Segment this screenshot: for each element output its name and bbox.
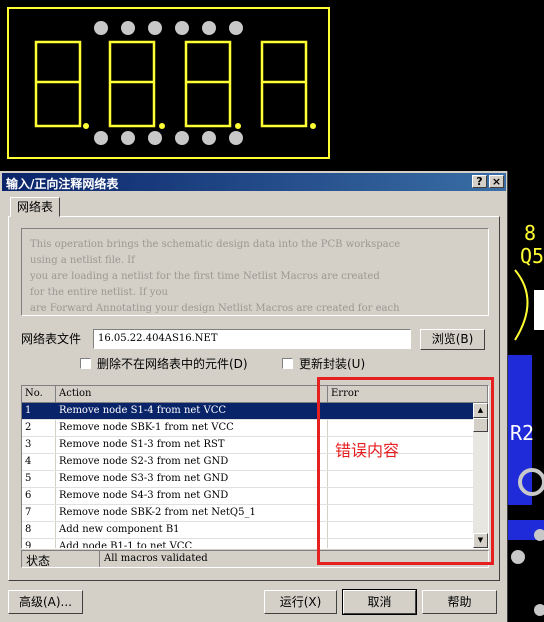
run-button[interactable]: 运行(X) <box>264 590 337 614</box>
cell-action: Add node B1-1 to net VCC <box>59 541 193 549</box>
label-8: 8 <box>524 221 536 245</box>
delete-components-checkbox[interactable] <box>80 358 91 369</box>
label-r2: R2 <box>510 421 534 445</box>
description-line: using a netlist file. If <box>30 255 135 266</box>
cell-no: 6 <box>25 490 32 501</box>
cell-no: 4 <box>25 456 32 467</box>
cell-no: 3 <box>25 439 32 450</box>
close-button[interactable]: × <box>489 175 504 188</box>
delete-components-label: 删除不在网络表中的元件(D) <box>97 357 248 371</box>
help-question-button[interactable]: ? <box>472 175 487 188</box>
error-annotation-box <box>317 377 494 565</box>
label-q5: Q5 <box>520 244 544 268</box>
title-bar[interactable]: 输入/正向注释网络表 ? × <box>2 173 506 191</box>
description-line: are Forward Annotating your design Netli… <box>30 303 400 314</box>
column-header-no[interactable]: No. <box>22 386 56 403</box>
bottom-pads <box>94 131 243 145</box>
top-pads <box>94 21 243 35</box>
tab-netlist[interactable]: 网络表 <box>10 197 60 217</box>
cell-action: Remove node S4-3 from net GND <box>59 490 229 501</box>
cancel-button[interactable]: 取消 <box>342 589 417 615</box>
netfile-input[interactable]: 16.05.22.404AS16.NET <box>93 329 411 349</box>
right-pads <box>511 529 544 616</box>
right-white-bar <box>534 290 544 330</box>
yellow-arc <box>514 269 529 341</box>
netfile-label: 网络表文件 <box>21 332 82 346</box>
cell-no: 2 <box>25 422 32 433</box>
status-value: All macros validated <box>104 553 208 564</box>
update-footprint-checkbox[interactable] <box>282 358 293 369</box>
cell-no: 8 <box>25 524 32 535</box>
description-line: This operation brings the schematic desi… <box>30 239 401 250</box>
description-line: you are loading a netlist for the first … <box>30 271 380 282</box>
cell-action: Remove node S1-4 from net VCC <box>59 405 227 416</box>
cell-no: 7 <box>25 507 32 518</box>
cell-no: 9 <box>25 541 32 549</box>
cell-action: Remove node S3-3 from net GND <box>59 473 229 484</box>
update-footprint-label: 更新封装(U) <box>299 357 366 371</box>
cell-no: 5 <box>25 473 32 484</box>
cell-no: 1 <box>25 405 32 416</box>
cell-action: Remove node S1-3 from net RST <box>59 439 225 450</box>
dialog-title: 输入/正向注释网络表 <box>6 177 119 191</box>
cell-action: Remove node S2-3 from net GND <box>59 456 229 467</box>
cell-action: Remove node SBK-2 from net NetQ5_1 <box>59 507 256 518</box>
status-label: 状态 <box>26 554 51 568</box>
advanced-button[interactable]: 高级(A)... <box>8 590 83 614</box>
description-line: for the entire netlist. If you <box>30 287 168 298</box>
help-button[interactable]: 帮助 <box>422 590 497 614</box>
cell-action: Add new component B1 <box>59 524 180 535</box>
column-header-action[interactable]: Action <box>56 386 328 403</box>
description-box: This operation brings the schematic desi… <box>21 228 489 316</box>
seven-segment-digits <box>34 40 308 128</box>
error-annotation-text: 错误内容 <box>335 441 400 460</box>
browse-button[interactable]: 浏览(B) <box>420 329 485 350</box>
cell-action: Remove node SBK-1 from net VCC <box>59 422 234 433</box>
